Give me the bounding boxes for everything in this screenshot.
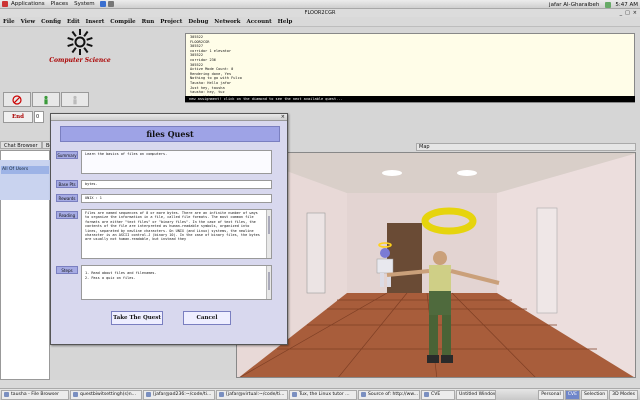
app-icon bbox=[424, 392, 429, 397]
menu-project[interactable]: Project bbox=[157, 19, 185, 25]
workspace-selection[interactable]: Selection bbox=[580, 389, 609, 400]
quest-dialog: × files Quest Summary Learn the basics o… bbox=[50, 113, 288, 345]
clock[interactable]: 5:47 AM bbox=[615, 2, 638, 8]
menu-view[interactable]: View bbox=[18, 19, 39, 25]
department-logo-icon bbox=[67, 29, 93, 55]
console-output[interactable]: 305522 FLOOR2CGR 305527 corridor 1 eleva… bbox=[185, 33, 635, 103]
console-highlight-line[interactable]: new assignment! click on the diamond to … bbox=[185, 96, 635, 102]
rewards-label: Rewards bbox=[56, 194, 78, 202]
person-disabled-button[interactable] bbox=[61, 92, 89, 107]
tab-map[interactable]: Map bbox=[416, 143, 636, 151]
folder-icon bbox=[4, 392, 9, 397]
user-name[interactable]: jafar Al-Gharaibeh bbox=[549, 2, 599, 8]
tab-chat-browser[interactable]: Chat Browser bbox=[0, 141, 42, 149]
chat-list: All Of Users bbox=[0, 160, 50, 200]
end-button[interactable]: End bbox=[3, 111, 33, 123]
summary-label: Summary bbox=[56, 151, 78, 159]
steps-scrollbar[interactable] bbox=[266, 266, 271, 299]
reading-label: Reading bbox=[56, 211, 78, 219]
top-panel: Applications Places System jafar Al-Ghar… bbox=[0, 0, 640, 9]
toolbar bbox=[3, 92, 90, 107]
no-entry-icon bbox=[12, 94, 22, 105]
3d-scene bbox=[237, 153, 635, 377]
task-cve[interactable]: CVE bbox=[421, 389, 455, 400]
terminal-launcher-icon[interactable] bbox=[107, 1, 114, 7]
task-linux-tutor[interactable]: Tux, the Linux tutor ... bbox=[289, 389, 357, 400]
base-pts-label: Base Pts bbox=[56, 180, 78, 188]
applications-menu[interactable]: Applications bbox=[8, 1, 48, 7]
person-disabled-icon bbox=[73, 95, 77, 104]
steps-field[interactable]: 1- Read about files and filenames. 2- Pa… bbox=[81, 265, 272, 300]
logo-text: Computer Science bbox=[49, 57, 111, 64]
workspace-3d-modes[interactable]: 3D Modes bbox=[609, 389, 638, 400]
steps-label: Steps bbox=[56, 266, 78, 274]
menu-insert[interactable]: Insert bbox=[83, 19, 108, 25]
window-title: FLOOR2CGR bbox=[0, 9, 640, 17]
menu-bar: File View Config Edit Insert Compile Run… bbox=[0, 17, 640, 27]
menu-network[interactable]: Network bbox=[211, 19, 243, 25]
task-terminal-2[interactable]: [jafar@virtual:~/code/ti... bbox=[216, 389, 288, 400]
workspace-switcher: Personal CVE Selection 3D Modes bbox=[538, 389, 640, 400]
browser-icon bbox=[361, 392, 366, 397]
person-icon bbox=[44, 95, 48, 104]
cancel-button[interactable]: Cancel bbox=[183, 311, 231, 325]
browser-icon bbox=[292, 392, 297, 397]
task-quest-settings[interactable]: questbiwitsettingh(s)n... bbox=[70, 389, 142, 400]
no-entry-button[interactable] bbox=[3, 92, 31, 107]
summary-field[interactable]: Learn the basics of files on computers. bbox=[81, 150, 272, 174]
end-field[interactable]: 0 bbox=[34, 111, 44, 123]
taskbar: tausha - File Browser questbiwitsettingh… bbox=[0, 388, 640, 400]
browser-launcher-icon[interactable] bbox=[99, 1, 106, 7]
take-quest-button[interactable]: Take The Quest bbox=[111, 311, 163, 325]
terminal-icon bbox=[219, 392, 224, 397]
system-menu[interactable]: System bbox=[71, 1, 98, 7]
menu-debug[interactable]: Debug bbox=[185, 19, 211, 25]
menu-compile[interactable]: Compile bbox=[107, 19, 138, 25]
dialog-title: files Quest bbox=[60, 126, 280, 142]
3d-map-view[interactable] bbox=[236, 152, 636, 378]
places-menu[interactable]: Places bbox=[48, 1, 72, 7]
reading-scrollbar[interactable] bbox=[266, 210, 271, 258]
dialog-close-button[interactable]: × bbox=[281, 114, 285, 121]
base-pts-field[interactable]: bytes. bbox=[81, 180, 272, 189]
menu-help[interactable]: Help bbox=[275, 19, 296, 25]
close-button[interactable]: × bbox=[633, 9, 637, 17]
menu-account[interactable]: Account bbox=[243, 19, 274, 25]
dialog-titlebar[interactable]: × bbox=[51, 114, 287, 121]
terminal-icon bbox=[146, 392, 151, 397]
menu-config[interactable]: Config bbox=[38, 19, 64, 25]
reading-field[interactable]: Files are named sequences of 0 or more b… bbox=[81, 209, 272, 259]
network-icon[interactable] bbox=[605, 1, 612, 8]
status-strip bbox=[0, 380, 640, 388]
task-source-view[interactable]: Source of: http://ww... bbox=[358, 389, 420, 400]
maximize-button[interactable]: □ bbox=[625, 9, 630, 17]
workspace-personal[interactable]: Personal bbox=[538, 389, 564, 400]
menu-file[interactable]: File bbox=[0, 19, 18, 25]
desktop-screen: Applications Places System jafar Al-Ghar… bbox=[0, 0, 640, 400]
rewards-field[interactable]: UNIX : 1 bbox=[81, 194, 272, 203]
menu-edit[interactable]: Edit bbox=[64, 19, 83, 25]
task-terminal-1[interactable]: [jafar@ad236:~/code/ti... bbox=[143, 389, 215, 400]
person-button[interactable] bbox=[32, 92, 60, 107]
logo: Computer Science bbox=[40, 28, 120, 74]
menu-run[interactable]: Run bbox=[139, 19, 158, 25]
task-untitled-window[interactable]: Untitled Window bbox=[456, 389, 496, 400]
minimize-button[interactable]: _ bbox=[620, 9, 623, 17]
workspace-cve[interactable]: CVE bbox=[564, 389, 580, 400]
task-file-browser[interactable]: tausha - File Browser bbox=[1, 389, 69, 400]
chat-item-all-users[interactable]: All Of Users bbox=[1, 166, 49, 174]
window-icon bbox=[73, 392, 78, 397]
